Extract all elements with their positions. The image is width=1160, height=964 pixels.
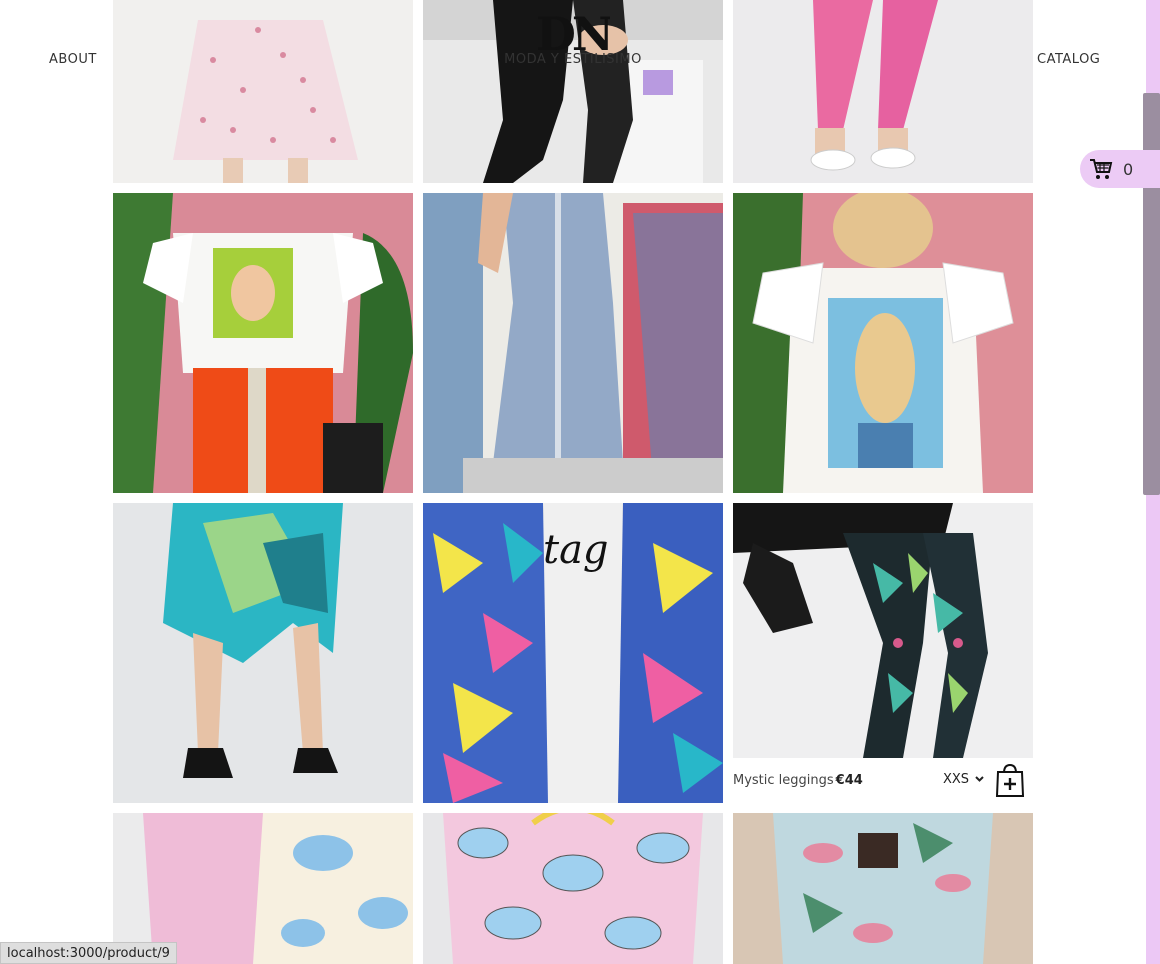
size-select-value: XXS [943,772,970,787]
product-card-denim-dress[interactable] [423,193,723,493]
brand-logo[interactable]: DN [536,6,617,61]
product-card-tropical-jacket[interactable]: tag [423,503,723,803]
product-card-cloud-print-top[interactable] [423,813,723,964]
product-name[interactable]: Mystic leggings [733,773,834,788]
product-image [733,193,1033,493]
product-image [113,193,413,493]
product-card-printed-ruffle-tee[interactable] [113,193,413,493]
nav-catalog-link[interactable]: CATALOG [1037,52,1100,67]
svg-text:tag: tag [543,527,609,573]
cart-button[interactable]: 0 [1080,150,1160,188]
logo-text: DN [536,7,610,54]
product-card-lace-sleeve-tee[interactable] [733,193,1033,493]
cart-count: 0 [1123,159,1134,179]
status-bar-url: localhost:3000/product/9 [0,942,177,964]
product-image [733,503,1033,758]
product-price: €44 [835,772,863,788]
product-card-mystic-leggings[interactable] [733,503,1033,758]
chevron-down-icon [975,776,984,782]
product-info-row: Mystic leggings €44 XXS [733,758,1033,802]
product-card-tropical-top[interactable] [733,813,1033,964]
product-card-tie-dye-skirt[interactable] [113,503,413,803]
site-header: ABOUT DN MODA Y ESTILISIMO CATALOG [0,0,1146,68]
brand-subtitle-text: MODA Y ESTILISIMO [504,52,642,67]
product-image [423,193,723,493]
product-image [733,813,1033,964]
brand-subtitle: MODA Y ESTILISIMO [0,52,1146,67]
cart-icon [1090,159,1113,179]
product-image [113,503,413,803]
product-image [423,813,723,964]
product-image: tag [423,503,723,803]
size-select[interactable]: XXS [943,772,984,787]
add-to-bag-icon[interactable] [995,763,1025,797]
